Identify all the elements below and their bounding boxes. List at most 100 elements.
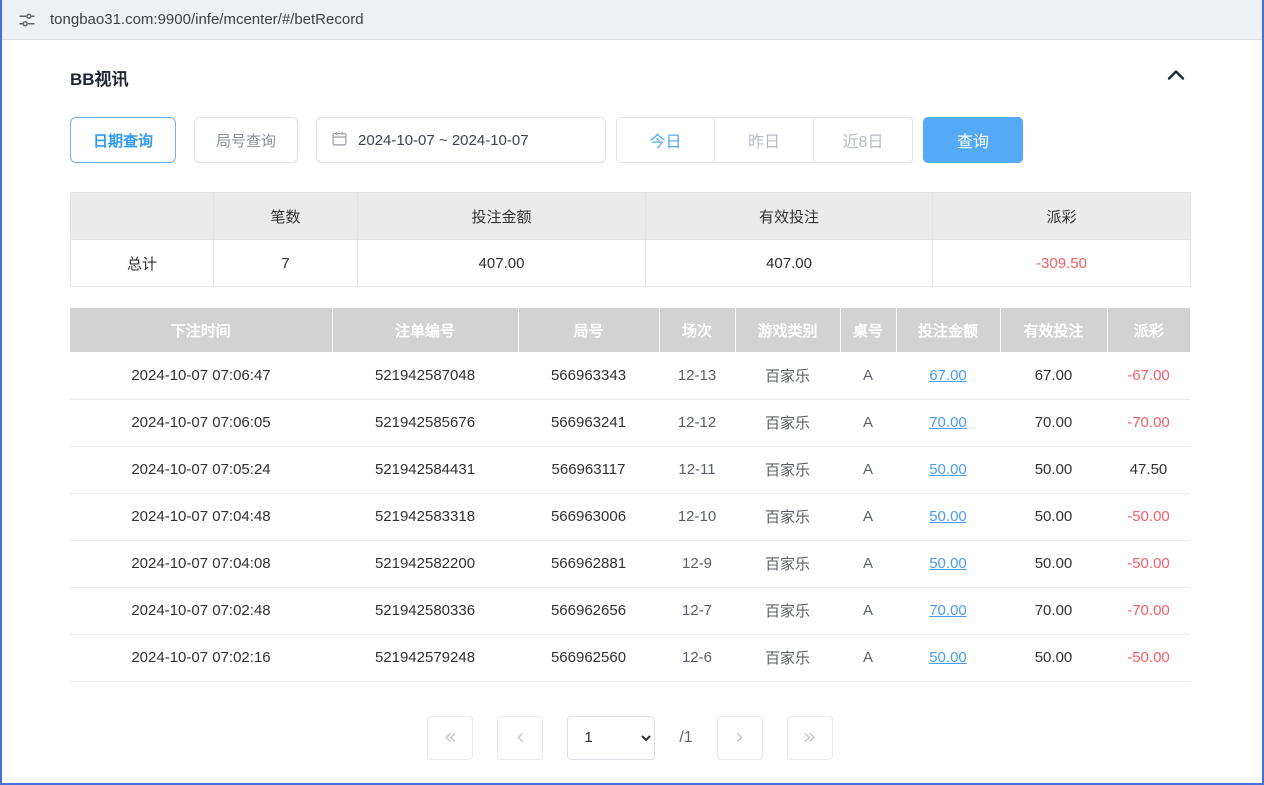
url-text[interactable]: tongbao31.com:9900/infe/mcenter/#/betRec… xyxy=(50,11,364,28)
quick-btn-last8days[interactable]: 近8日 xyxy=(814,117,913,163)
chevron-right-icon: › xyxy=(735,727,744,749)
round-id-cell: 566963241 xyxy=(518,399,659,446)
bet-time-cell: 2024-10-07 07:05:24 xyxy=(70,446,332,493)
table-row: 2024-10-07 07:05:24 521942584431 5669631… xyxy=(70,446,1190,493)
bet-amount-link[interactable]: 50.00 xyxy=(929,555,967,572)
date-range-picker[interactable]: 2024-10-07 ~ 2024-10-07 xyxy=(316,117,606,163)
bet-record-panel: BB视讯 日期查询 局号查询 2024-10-07 ~ 2024-10-07 xyxy=(2,40,1262,760)
payout-cell: -50.00 xyxy=(1107,493,1190,540)
table-no-cell: A xyxy=(840,446,896,493)
browser-address-bar[interactable]: tongbao31.com:9900/infe/mcenter/#/betRec… xyxy=(2,0,1262,40)
bet-amount-link[interactable]: 50.00 xyxy=(929,649,967,666)
round-id-cell: 566962560 xyxy=(518,634,659,681)
header-table-no: 桌号 xyxy=(840,308,896,352)
order-id-cell: 521942582200 xyxy=(332,540,518,587)
table-row: 2024-10-07 07:04:48 521942583318 5669630… xyxy=(70,493,1190,540)
valid-bet-cell: 50.00 xyxy=(1000,493,1107,540)
payout-cell: -70.00 xyxy=(1107,587,1190,634)
valid-bet-cell: 67.00 xyxy=(1000,352,1107,399)
bet-amount-link[interactable]: 70.00 xyxy=(929,414,967,431)
prev-page-button[interactable]: ‹ xyxy=(497,716,543,760)
valid-bet-cell: 50.00 xyxy=(1000,446,1107,493)
order-id-cell: 521942583318 xyxy=(332,493,518,540)
header-valid-bet: 有效投注 xyxy=(1000,308,1107,352)
order-id-cell: 521942584431 xyxy=(332,446,518,493)
header-order-id: 注单编号 xyxy=(332,308,518,352)
valid-bet-cell: 70.00 xyxy=(1000,399,1107,446)
bet-table-header-row: 下注时间 注单编号 局号 场次 游戏类别 桌号 投注金额 有效投注 派彩 xyxy=(70,308,1190,352)
table-row: 2024-10-07 07:06:05 521942585676 5669632… xyxy=(70,399,1190,446)
session-cell: 12-11 xyxy=(659,446,735,493)
quick-btn-yesterday[interactable]: 昨日 xyxy=(715,117,814,163)
payout-cell: 47.50 xyxy=(1107,446,1190,493)
round-id-cell: 566962656 xyxy=(518,587,659,634)
order-id-cell: 521942580336 xyxy=(332,587,518,634)
quick-date-button-group: 今日 昨日 近8日 xyxy=(616,117,913,163)
bet-amount-link[interactable]: 67.00 xyxy=(929,367,967,384)
bet-amount-link[interactable]: 70.00 xyxy=(929,602,967,619)
date-query-tab-button[interactable]: 日期查询 xyxy=(70,117,176,163)
collapse-panel-button[interactable] xyxy=(1162,64,1190,91)
table-row: 2024-10-07 07:06:47 521942587048 5669633… xyxy=(70,352,1190,399)
payout-cell: -67.00 xyxy=(1107,352,1190,399)
filter-toolbar: 日期查询 局号查询 2024-10-07 ~ 2024-10-07 今日 昨日 … xyxy=(70,117,1190,163)
order-id-cell: 521942579248 xyxy=(332,634,518,681)
table-row: 2024-10-07 07:04:08 521942582200 5669628… xyxy=(70,540,1190,587)
order-id-cell: 521942585676 xyxy=(332,399,518,446)
payout-cell: -70.00 xyxy=(1107,399,1190,446)
summary-table: 笔数 投注金额 有效投注 派彩 总计 7 407.00 407.00 -309.… xyxy=(70,192,1191,287)
order-id-cell: 521942587048 xyxy=(332,352,518,399)
chevron-left-icon: ‹ xyxy=(516,727,525,749)
search-button[interactable]: 查询 xyxy=(923,117,1023,163)
last-page-button[interactable]: » xyxy=(787,716,833,760)
table-no-cell: A xyxy=(840,634,896,681)
header-payout: 派彩 xyxy=(1107,308,1190,352)
bet-amount-link[interactable]: 50.00 xyxy=(929,508,967,525)
page-select[interactable]: 1 xyxy=(567,716,655,760)
pagination: « ‹ 1 /1 › » xyxy=(70,716,1190,760)
bet-time-cell: 2024-10-07 07:04:08 xyxy=(70,540,332,587)
game-type-cell: 百家乐 xyxy=(735,399,840,446)
chevron-up-icon xyxy=(1166,68,1186,87)
session-cell: 12-10 xyxy=(659,493,735,540)
bet-record-table: 下注时间 注单编号 局号 场次 游戏类别 桌号 投注金额 有效投注 派彩 202… xyxy=(70,308,1190,682)
game-type-cell: 百家乐 xyxy=(735,634,840,681)
summary-count: 7 xyxy=(214,240,358,287)
summary-bet-amount: 407.00 xyxy=(358,240,646,287)
game-type-cell: 百家乐 xyxy=(735,446,840,493)
header-session: 场次 xyxy=(659,308,735,352)
site-settings-icon[interactable] xyxy=(18,11,36,29)
session-cell: 12-12 xyxy=(659,399,735,446)
summary-header-count: 笔数 xyxy=(214,193,358,240)
round-id-cell: 566962881 xyxy=(518,540,659,587)
bet-time-cell: 2024-10-07 07:04:48 xyxy=(70,493,332,540)
round-id-cell: 566963006 xyxy=(518,493,659,540)
page-title: BB视讯 xyxy=(70,65,129,90)
session-cell: 12-7 xyxy=(659,587,735,634)
summary-payout: -309.50 xyxy=(933,240,1191,287)
session-cell: 12-6 xyxy=(659,634,735,681)
first-page-button[interactable]: « xyxy=(427,716,473,760)
table-no-cell: A xyxy=(840,352,896,399)
table-no-cell: A xyxy=(840,540,896,587)
bet-time-cell: 2024-10-07 07:02:48 xyxy=(70,587,332,634)
summary-total-label: 总计 xyxy=(71,240,214,287)
payout-cell: -50.00 xyxy=(1107,634,1190,681)
game-type-cell: 百家乐 xyxy=(735,540,840,587)
bet-amount-link[interactable]: 50.00 xyxy=(929,461,967,478)
session-cell: 12-13 xyxy=(659,352,735,399)
table-no-cell: A xyxy=(840,493,896,540)
bet-time-cell: 2024-10-07 07:06:05 xyxy=(70,399,332,446)
valid-bet-cell: 70.00 xyxy=(1000,587,1107,634)
quick-btn-today[interactable]: 今日 xyxy=(616,117,715,163)
game-type-cell: 百家乐 xyxy=(735,493,840,540)
next-page-button[interactable]: › xyxy=(717,716,763,760)
round-id-cell: 566963343 xyxy=(518,352,659,399)
round-query-tab-button[interactable]: 局号查询 xyxy=(194,117,298,163)
double-chevron-left-icon: « xyxy=(444,727,457,749)
bet-time-cell: 2024-10-07 07:06:47 xyxy=(70,352,332,399)
payout-cell: -50.00 xyxy=(1107,540,1190,587)
header-bet-time: 下注时间 xyxy=(70,308,332,352)
table-no-cell: A xyxy=(840,587,896,634)
valid-bet-cell: 50.00 xyxy=(1000,540,1107,587)
